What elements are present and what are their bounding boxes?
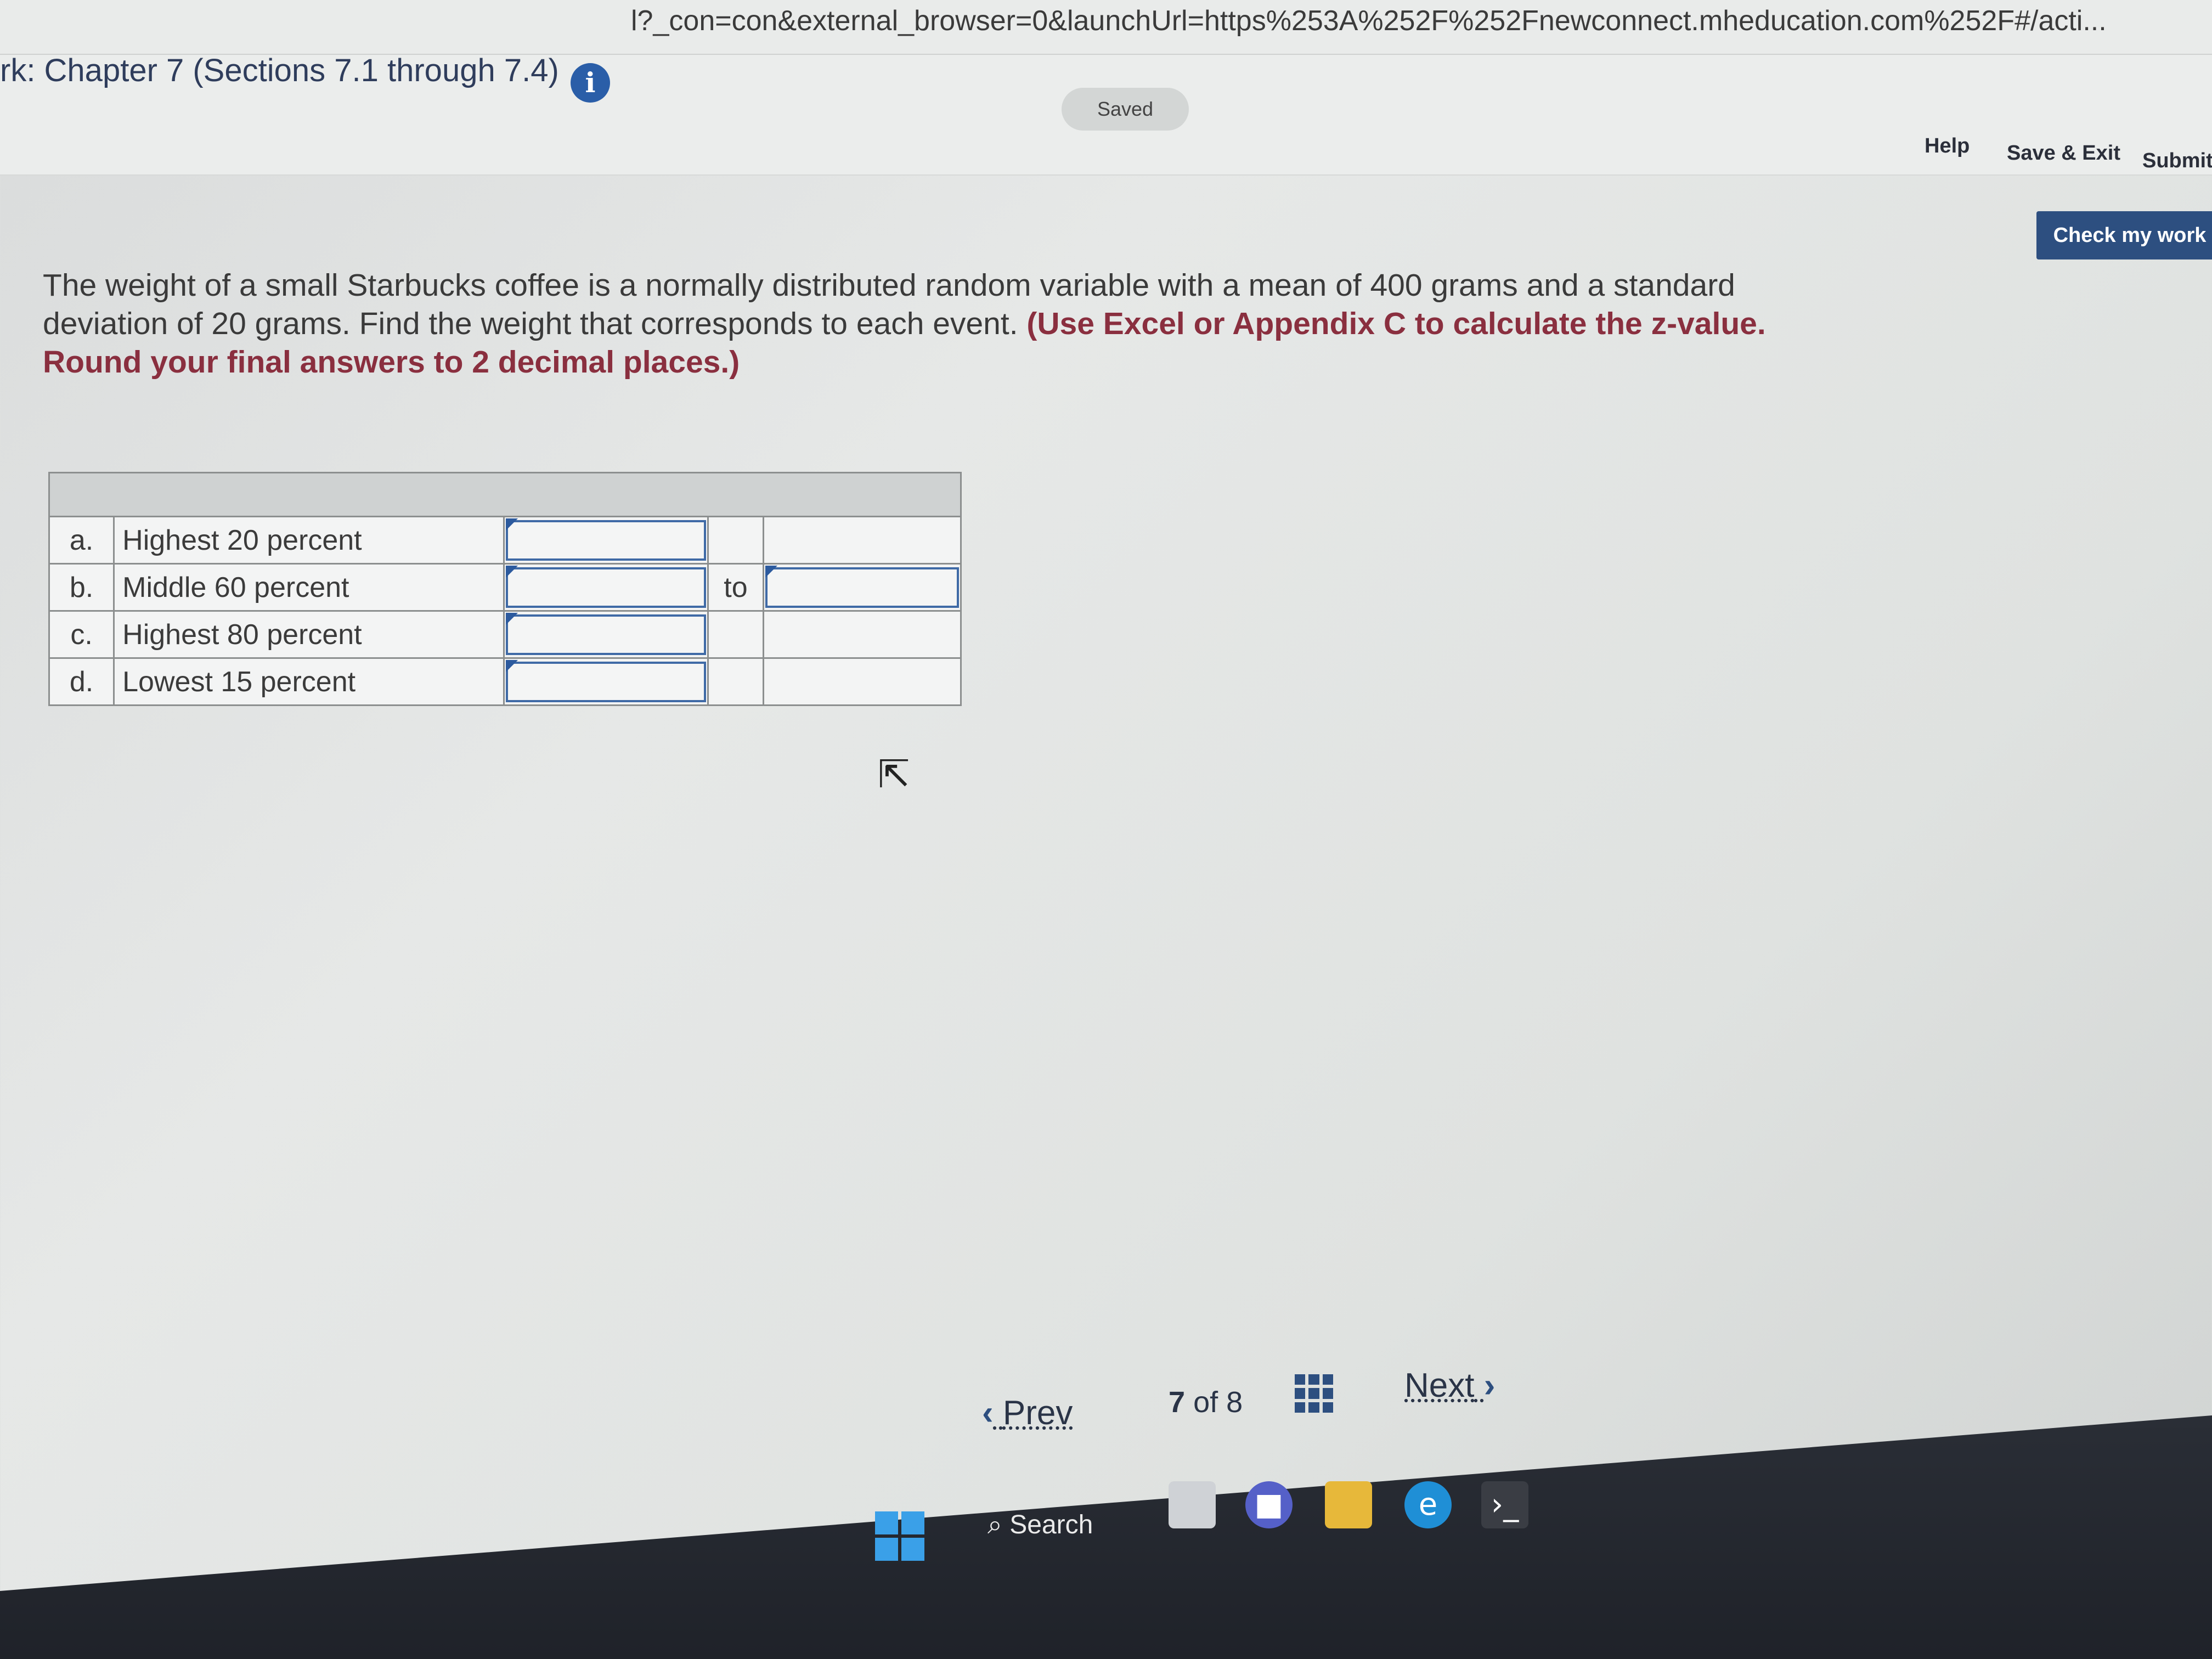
prev-label: Prev [1002,1394,1073,1432]
flag-icon [505,660,518,672]
table-row: d. Lowest 15 percent [48,657,962,706]
answer-input-b-upper[interactable] [765,567,959,608]
flag-icon [505,566,518,578]
row-label: Middle 60 percent [113,563,505,612]
to-cell: to [707,563,764,612]
help-link[interactable]: Help [1925,134,1970,158]
url-text[interactable]: l?_con=con&external_browser=0&launchUrl=… [631,4,2107,37]
table-row: c. Highest 80 percent [48,610,962,659]
next-label: Next [1404,1367,1475,1404]
question-text: The weight of a small Starbucks coffee i… [43,266,1842,381]
check-my-work-button[interactable]: Check my work [2036,211,2212,259]
total-pages: 8 [1226,1386,1243,1419]
answer-input-d[interactable] [505,661,707,702]
answer-cell [503,657,709,706]
edge-browser-icon[interactable]: e [1404,1481,1452,1528]
teams-chat-icon[interactable]: ■ [1245,1481,1293,1528]
info-icon[interactable]: i [571,63,610,103]
to-cell [707,516,764,565]
row-letter: b. [48,563,115,612]
answer-cell-2 [762,610,962,659]
page-title: rk: Chapter 7 (Sections 7.1 through 7.4) [0,53,559,88]
answer-input-c[interactable] [505,614,707,655]
question-grid-icon[interactable] [1295,1374,1333,1413]
mouse-cursor-icon: ⇱ [878,752,910,797]
row-label: Highest 20 percent [113,516,505,565]
search-icon: ⌕ [988,1510,1002,1539]
chevron-right-icon: › [1483,1367,1496,1404]
submit-link[interactable]: Submit [2142,149,2212,173]
browser-address-bar[interactable]: l?_con=con&external_browser=0&launchUrl=… [0,0,2212,55]
answer-cell [503,610,709,659]
windows-start-icon[interactable] [875,1511,924,1561]
answer-table: a. Highest 20 percent b. Middle 60 perce… [48,472,962,706]
table-row: b. Middle 60 percent to [48,563,962,612]
prev-button[interactable]: ‹ Prev [982,1393,1073,1432]
taskbar-search-label: Search [1009,1510,1093,1539]
table-header-cell [48,472,962,517]
saved-status-badge: Saved [1062,88,1189,131]
table-row: a. Highest 20 percent [48,516,962,565]
table-header-row [48,472,962,517]
task-view-icon[interactable] [1169,1481,1216,1528]
row-label: Highest 80 percent [113,610,505,659]
current-page: 7 [1169,1386,1186,1419]
terminal-icon[interactable]: ›_ [1481,1481,1528,1528]
next-button[interactable]: Next › [1404,1366,1495,1405]
flag-icon [765,566,777,578]
answer-cell-2 [762,563,962,612]
row-letter: a. [48,516,115,565]
page-indicator: 7 of 8 [1169,1385,1243,1419]
answer-input-b-lower[interactable] [505,567,707,608]
answer-cell [503,563,709,612]
answer-cell [503,516,709,565]
save-exit-link[interactable]: Save & Exit [2007,142,2120,165]
answer-cell-2 [762,657,962,706]
to-cell [707,610,764,659]
row-letter: c. [48,610,115,659]
taskbar-search[interactable]: ⌕ Search [988,1498,1141,1553]
answer-cell-2 [762,516,962,565]
answer-input-a[interactable] [505,520,707,561]
to-cell [707,657,764,706]
file-explorer-icon[interactable] [1325,1481,1372,1528]
chevron-left-icon: ‹ [982,1394,994,1432]
row-letter: d. [48,657,115,706]
flag-icon [505,613,518,625]
flag-icon [505,518,518,531]
row-label: Lowest 15 percent [113,657,505,706]
of-label: of [1193,1386,1218,1419]
